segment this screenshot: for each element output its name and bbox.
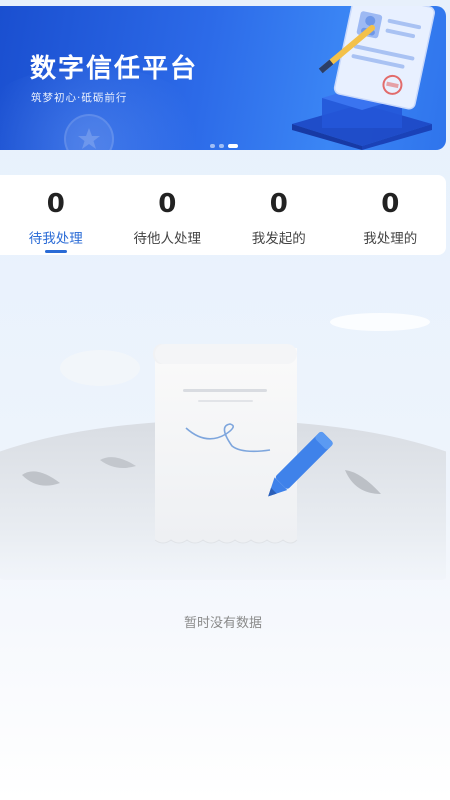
empty-state-message: 暂时没有数据 xyxy=(183,616,262,631)
carousel-dot[interactable] xyxy=(210,144,215,148)
tab-pending-me[interactable]: 0 待我处理 xyxy=(0,175,112,255)
tab-count: 0 xyxy=(269,189,288,219)
tab-count: 0 xyxy=(158,189,177,219)
task-stats-tabs: 0 待我处理 0 待他人处理 0 我发起的 0 我处理的 xyxy=(0,175,446,255)
banner-carousel[interactable]: 数字信任平台 筑梦初心·砥砺前行 xyxy=(0,6,446,150)
carousel-indicator xyxy=(210,144,238,148)
tab-label: 我发起的 xyxy=(251,231,306,247)
active-tab-indicator xyxy=(45,250,67,253)
tab-initiated-by-me[interactable]: 0 我发起的 xyxy=(223,175,335,255)
tab-count: 0 xyxy=(46,189,65,219)
tab-handled-by-me[interactable]: 0 我处理的 xyxy=(335,175,447,255)
document-certificate-icon xyxy=(292,6,435,150)
tab-pending-others[interactable]: 0 待他人处理 xyxy=(112,175,224,255)
star-emblem-icon xyxy=(64,114,114,150)
tab-label: 待我处理 xyxy=(28,231,83,247)
tab-label: 待他人处理 xyxy=(133,231,202,247)
carousel-dot[interactable] xyxy=(219,144,224,148)
tab-count: 0 xyxy=(381,189,400,219)
carousel-dot-active[interactable] xyxy=(228,144,238,148)
empty-document-icon xyxy=(0,313,446,580)
page: 数字信任平台 筑梦初心·砥砺前行 0 待我处理 0 待他人处理 0 我发起的 0… xyxy=(0,0,450,800)
tab-label: 我处理的 xyxy=(363,231,418,247)
banner-title: 数字信任平台 xyxy=(30,54,199,84)
banner-subtitle: 筑梦初心·砥砺前行 xyxy=(31,92,128,104)
